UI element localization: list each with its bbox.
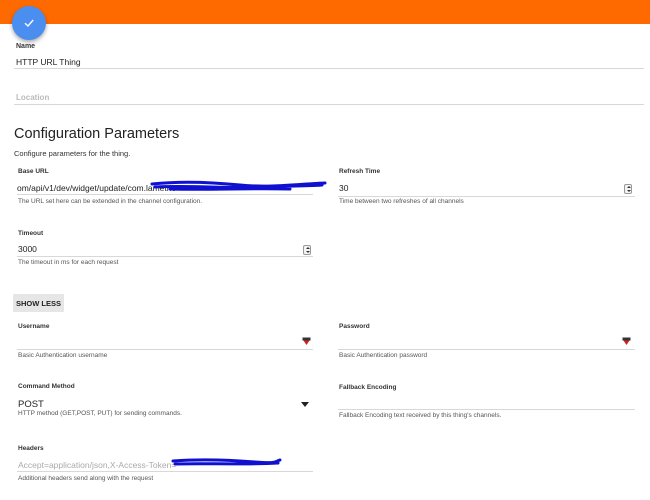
- top-app-bar: [0, 0, 650, 24]
- password-underline: [338, 349, 635, 350]
- show-less-button[interactable]: SHOW LESS: [13, 294, 64, 312]
- headers-hint: Additional headers send along with the r…: [18, 475, 154, 482]
- refresh-time-input[interactable]: 30: [339, 183, 348, 193]
- chevron-down-icon[interactable]: [301, 402, 309, 407]
- base-url-hint: The URL set here can be extended in the …: [18, 198, 203, 205]
- headers-input[interactable]: Accept=application/json,X-Access-Token=: [18, 460, 308, 470]
- config-title: Configuration Parameters: [14, 126, 180, 142]
- fallback-encoding-label: Fallback Encoding: [339, 384, 397, 391]
- username-underline: [17, 349, 313, 350]
- timeout-underline: [17, 256, 313, 257]
- headers-underline: [17, 471, 313, 472]
- name-underline: [14, 68, 644, 69]
- save-button[interactable]: [12, 6, 46, 40]
- timeout-stepper[interactable]: [303, 245, 311, 255]
- config-subtitle: Configure parameters for the thing.: [14, 149, 131, 158]
- password-manager-icon: [302, 337, 311, 345]
- location-underline: [14, 104, 644, 105]
- refresh-time-stepper[interactable]: [624, 184, 632, 194]
- timeout-hint: The timeout in ms for each request: [18, 259, 119, 266]
- name-label: Name: [16, 43, 36, 50]
- name-input[interactable]: HTTP URL Thing: [16, 57, 81, 67]
- command-method-select[interactable]: POST: [18, 399, 44, 410]
- fallback-encoding-hint: Fallback Encoding text received by this …: [339, 412, 502, 419]
- refresh-time-hint: Time between two refreshes of all channe…: [339, 198, 464, 205]
- base-url-underline: [17, 194, 313, 195]
- username-label: Username: [18, 323, 50, 330]
- command-method-label: Command Method: [18, 383, 75, 390]
- fallback-encoding-underline: [338, 409, 635, 410]
- command-method-hint: HTTP method (GET,POST, PUT) for sending …: [18, 410, 182, 417]
- timeout-input[interactable]: 3000: [18, 244, 37, 254]
- password-hint: Basic Authentication password: [339, 352, 428, 359]
- password-label: Password: [339, 323, 370, 330]
- timeout-label: Timeout: [18, 230, 44, 237]
- refresh-time-label: Refresh Time: [339, 168, 381, 175]
- base-url-input[interactable]: om/api/v1/dev/widget/update/com.lametric: [17, 183, 317, 193]
- base-url-label: Base URL: [18, 168, 49, 175]
- password-manager-icon: [622, 337, 631, 345]
- headers-label: Headers: [18, 445, 44, 452]
- location-input[interactable]: Location: [16, 93, 49, 102]
- refresh-time-underline: [338, 196, 635, 197]
- check-icon: [24, 19, 34, 28]
- username-hint: Basic Authentication username: [18, 352, 108, 359]
